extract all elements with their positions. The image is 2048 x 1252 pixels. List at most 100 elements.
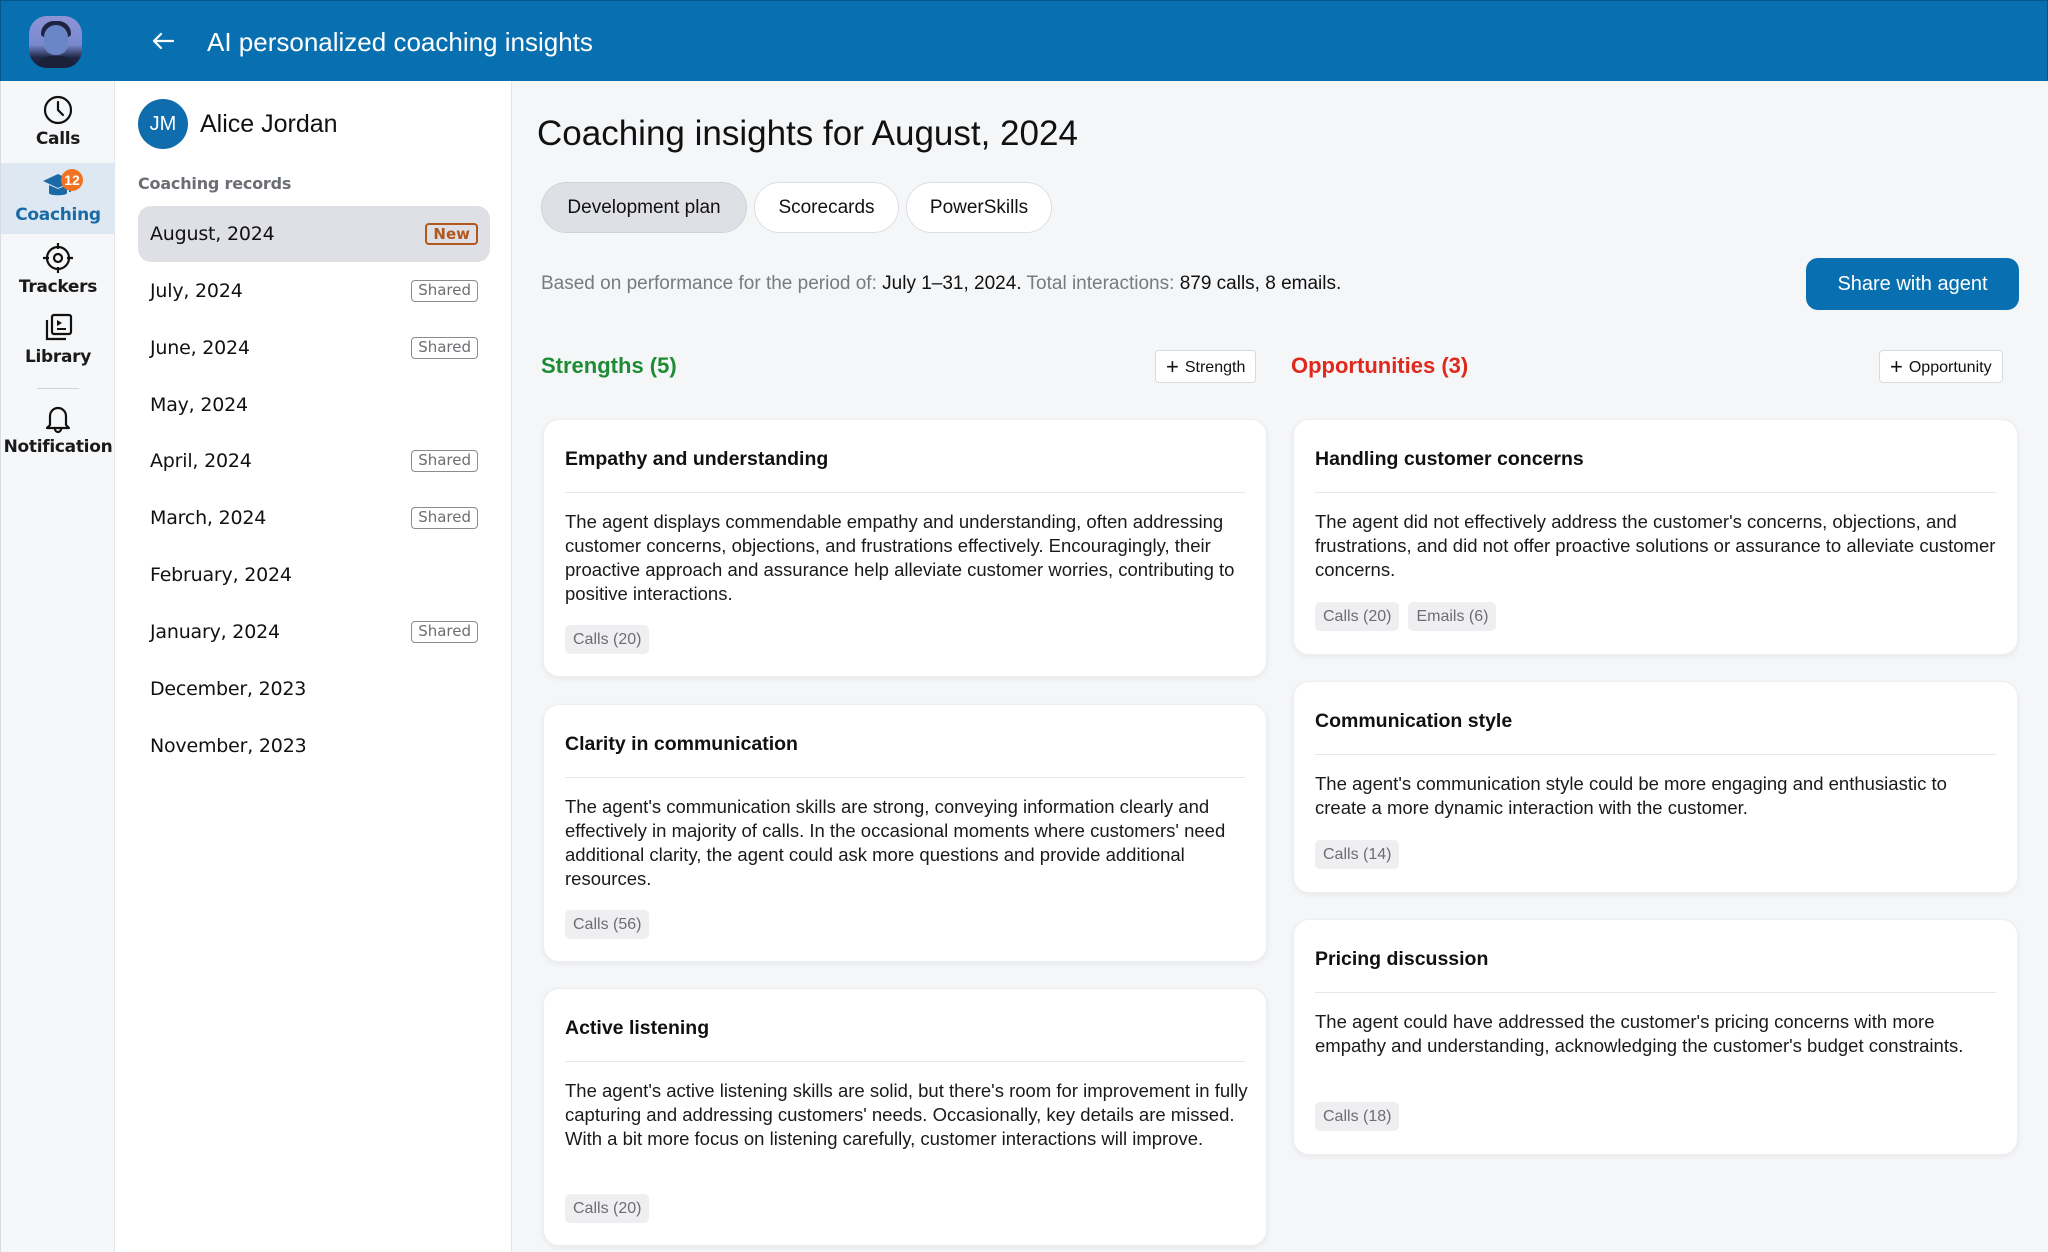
nav-item-library[interactable]: Library xyxy=(1,311,115,383)
nav-item-calls[interactable]: Calls xyxy=(1,93,115,165)
calls-chip[interactable]: Calls (56) xyxy=(565,910,650,939)
nav-label: Library xyxy=(24,347,92,367)
record-item[interactable]: April, 2024 Shared xyxy=(138,433,490,489)
record-item[interactable]: June, 2024 Shared xyxy=(138,320,490,376)
record-item[interactable]: February, 2024 xyxy=(138,547,490,603)
records-heading: Coaching records xyxy=(138,174,292,193)
card-chips: Calls (20) xyxy=(565,625,658,654)
add-opportunity-button[interactable]: + Opportunity xyxy=(1879,350,2003,383)
library-icon xyxy=(45,313,73,341)
record-item[interactable]: November, 2023 xyxy=(138,718,490,774)
page-title: Coaching insights for August, 2024 xyxy=(537,114,1078,153)
nav-rail: Calls 12 Coaching Trackers Library Notif… xyxy=(0,81,115,1252)
calls-chip[interactable]: Calls (20) xyxy=(1315,602,1400,631)
shared-badge: Shared xyxy=(411,507,478,529)
record-label: May, 2024 xyxy=(150,394,248,416)
app-title: AI personalized coaching insights xyxy=(207,27,593,57)
record-item[interactable]: August, 2024 New xyxy=(138,206,490,262)
card-title: Active listening xyxy=(565,1017,710,1039)
card-chips: Calls (18) xyxy=(1315,1102,1408,1131)
record-label: June, 2024 xyxy=(150,337,250,359)
emails-chip[interactable]: Emails (6) xyxy=(1408,602,1497,631)
totals-prefix: Total interactions: xyxy=(1021,273,1180,294)
main-content: Coaching insights for August, 2024 Devel… xyxy=(512,81,2048,1252)
new-badge: New xyxy=(425,223,478,245)
avatar-face xyxy=(44,25,68,55)
card-body: The agent could have addressed the custo… xyxy=(1315,1011,1964,1056)
record-label: April, 2024 xyxy=(150,450,252,472)
tab-powerskills[interactable]: PowerSkills xyxy=(906,182,1052,233)
strengths-heading: Strengths (5) xyxy=(541,353,677,378)
card-divider xyxy=(565,777,1245,778)
arrow-left-icon xyxy=(152,32,175,50)
clock-icon xyxy=(43,95,73,125)
record-item[interactable]: March, 2024 Shared xyxy=(138,490,490,546)
card-chips: Calls (20) xyxy=(565,1194,658,1223)
calls-chip[interactable]: Calls (20) xyxy=(565,625,650,654)
nav-item-notification[interactable]: Notification xyxy=(1,401,115,473)
card-title: Communication style xyxy=(1315,710,1513,732)
nav-label: Trackers xyxy=(18,277,98,297)
nav-label: Calls xyxy=(35,129,81,149)
shared-badge: Shared xyxy=(411,450,478,472)
agent-avatar: JM xyxy=(138,99,188,149)
strength-card: Empathy and understanding The agent disp… xyxy=(543,419,1267,677)
plus-icon: + xyxy=(1890,354,1903,379)
record-label: March, 2024 xyxy=(150,507,267,529)
card-body: The agent's communication skills are str… xyxy=(565,796,1226,889)
card-divider xyxy=(1315,754,1996,755)
coaching-count-badge: 12 xyxy=(61,169,83,191)
record-label: November, 2023 xyxy=(150,735,307,757)
calls-chip[interactable]: Calls (20) xyxy=(565,1194,650,1223)
nav-label: Notification xyxy=(3,437,113,457)
card-title: Empathy and understanding xyxy=(565,448,829,470)
card-title: Handling customer concerns xyxy=(1315,448,1584,470)
totals-value: 879 calls, 8 emails. xyxy=(1179,273,1342,294)
card-title: Pricing discussion xyxy=(1315,948,1489,970)
back-button[interactable] xyxy=(149,25,177,57)
card-body: The agent's communication style could be… xyxy=(1315,773,1947,818)
share-with-agent-button[interactable]: Share with agent xyxy=(1806,258,2019,310)
card-title: Clarity in communication xyxy=(565,733,798,755)
record-label: February, 2024 xyxy=(150,564,292,586)
record-item[interactable]: July, 2024 Shared xyxy=(138,263,490,319)
record-item[interactable]: December, 2023 xyxy=(138,661,490,717)
card-body: The agent displays commendable empathy a… xyxy=(565,511,1235,604)
add-opportunity-label: Opportunity xyxy=(1908,359,1992,376)
card-divider xyxy=(1315,992,1996,993)
nav-item-trackers[interactable]: Trackers xyxy=(1,241,115,313)
record-item[interactable]: May, 2024 xyxy=(138,377,490,433)
user-profile-avatar[interactable] xyxy=(29,16,82,68)
record-label: December, 2023 xyxy=(150,678,307,700)
card-body: The agent's active listening skills are … xyxy=(565,1080,1248,1149)
opportunity-card: Handling customer concerns The agent did… xyxy=(1293,419,2018,655)
opportunity-card: Pricing discussion The agent could have … xyxy=(1293,919,2018,1155)
add-strength-label: Strength xyxy=(1184,359,1246,376)
calls-chip[interactable]: Calls (14) xyxy=(1315,840,1400,869)
card-chips: Calls (20) Emails (6) xyxy=(1315,602,1505,631)
tab-scorecards[interactable]: Scorecards xyxy=(754,182,899,233)
record-item[interactable]: January, 2024 Shared xyxy=(138,604,490,660)
card-divider xyxy=(565,492,1245,493)
card-divider xyxy=(565,1061,1245,1062)
avatar-shoulders xyxy=(33,56,79,68)
shared-badge: Shared xyxy=(411,621,478,643)
nav-item-coaching[interactable]: 12 Coaching xyxy=(1,163,115,234)
record-label: August, 2024 xyxy=(150,223,275,245)
add-strength-button[interactable]: + Strength xyxy=(1155,350,1257,383)
calls-chip[interactable]: Calls (18) xyxy=(1315,1102,1400,1131)
card-chips: Calls (14) xyxy=(1315,840,1408,869)
shared-badge: Shared xyxy=(411,337,478,359)
card-chips: Calls (56) xyxy=(565,910,658,939)
opportunities-heading: Opportunities (3) xyxy=(1291,353,1469,378)
period-summary: Based on performance for the period of: … xyxy=(541,271,1341,297)
plus-icon: + xyxy=(1166,354,1179,379)
tab-development-plan[interactable]: Development plan xyxy=(541,182,747,233)
coaching-records-panel: JM Alice Jordan Coaching records August,… xyxy=(115,81,512,1252)
record-label: January, 2024 xyxy=(150,621,280,643)
bell-icon xyxy=(45,406,71,434)
record-label: July, 2024 xyxy=(150,280,243,302)
agent-name: Alice Jordan xyxy=(200,110,338,138)
top-header: AI personalized coaching insights xyxy=(0,0,2048,81)
crosshair-icon xyxy=(43,243,73,273)
